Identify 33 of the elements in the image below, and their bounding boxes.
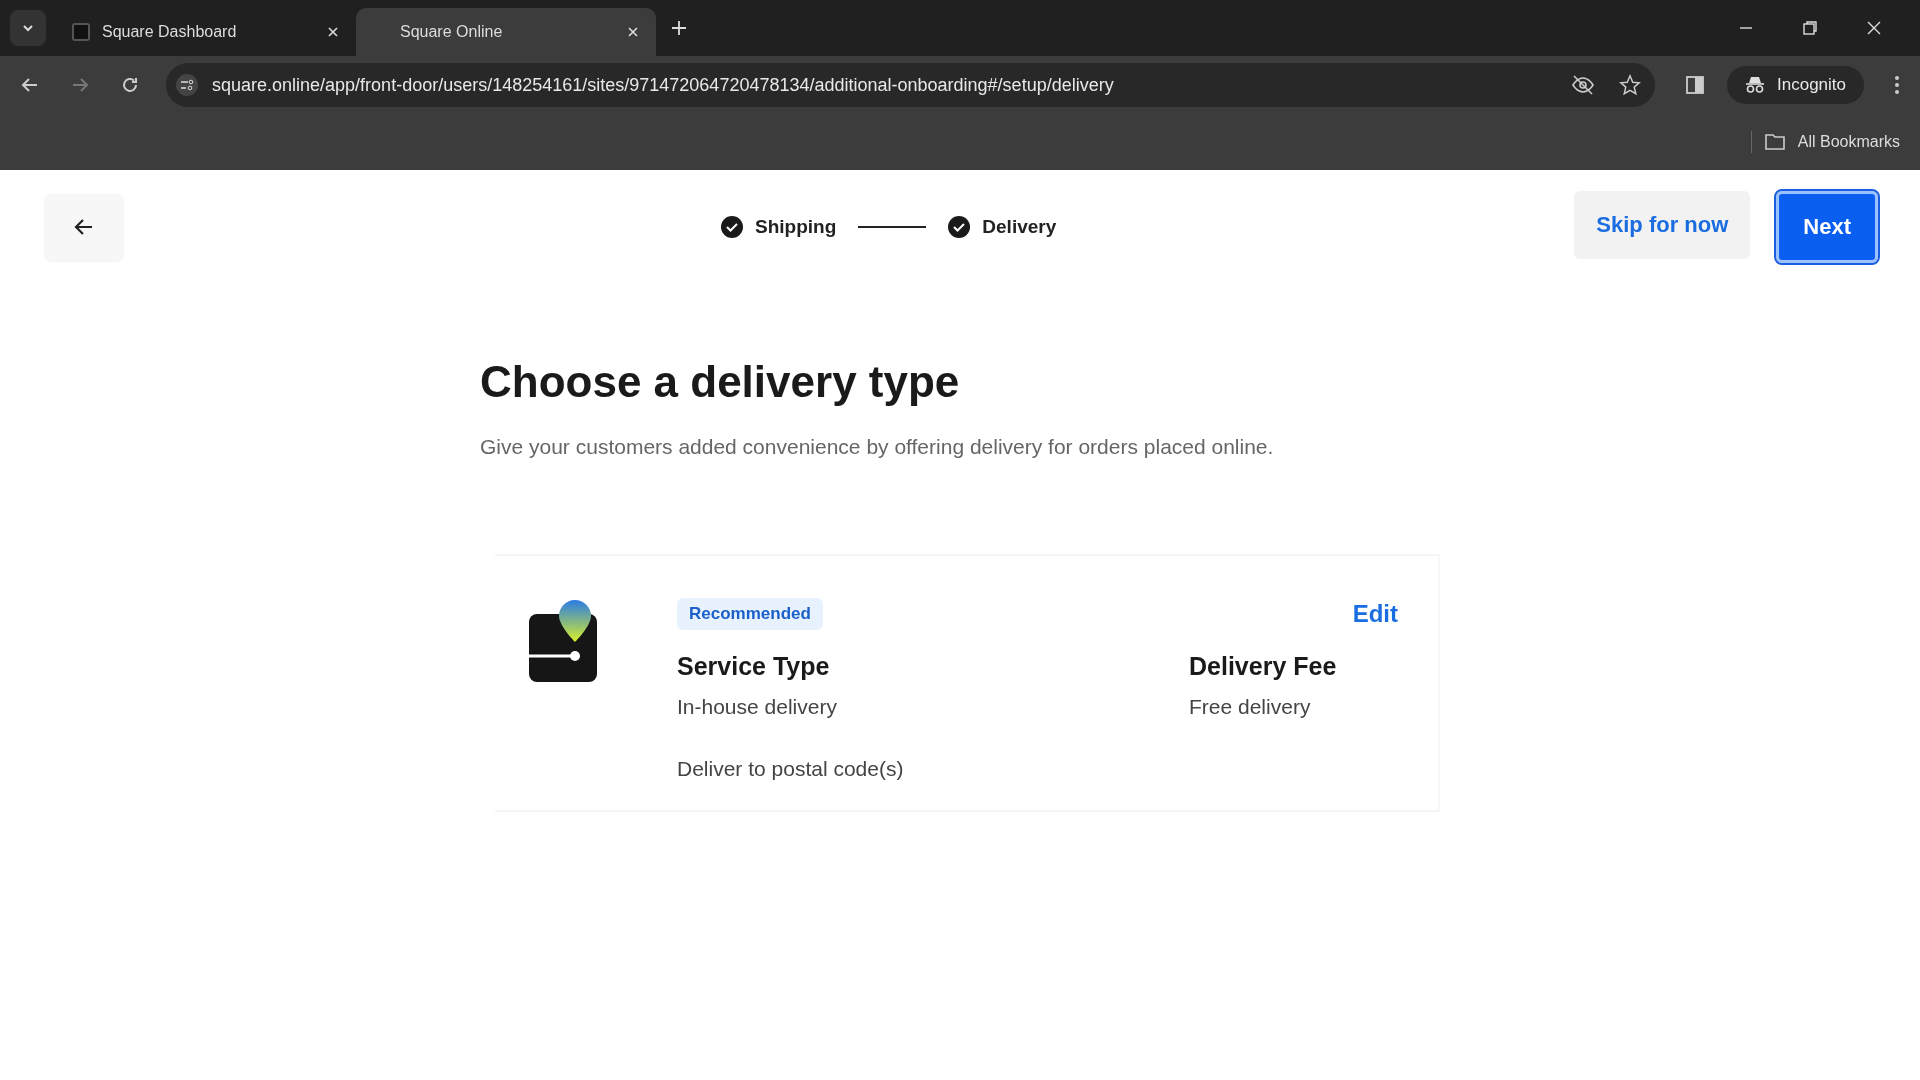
field-value: Free delivery (1189, 695, 1312, 719)
address-bar[interactable]: square.online/app/front-door/users/148254161/sites/971472064720478134/additional-onboarding#/setup/delivery (166, 63, 1655, 107)
incognito-button[interactable]: Incognito (1727, 66, 1864, 104)
recommended-badge: Recommended (677, 598, 823, 630)
browser-tab[interactable]: Square Online (356, 8, 656, 56)
restore-icon[interactable] (1802, 20, 1818, 36)
incognito-icon (1745, 76, 1765, 94)
eye-slash-icon[interactable] (1571, 73, 1595, 97)
page-subtitle: Give your customers added convenience by offering delivery for orders placed online. (480, 435, 1275, 459)
browser-tab[interactable]: Square Dashboard (56, 8, 356, 56)
postal-code-note: Deliver to postal code(s) (677, 757, 905, 781)
field-label: Service Type (677, 652, 831, 681)
more-icon[interactable] (1894, 75, 1900, 95)
skip-button[interactable]: Skip for now (1574, 191, 1751, 259)
folder-icon (1763, 133, 1786, 151)
page-title: Choose a delivery type (480, 357, 961, 407)
square-logo-icon (72, 23, 90, 41)
field-label: Delivery Fee (1189, 652, 1337, 681)
delivery-pin-icon (527, 598, 599, 684)
star-icon[interactable] (1619, 74, 1641, 96)
next-button[interactable]: Next (1776, 191, 1878, 263)
reload-icon[interactable] (120, 75, 140, 95)
field-value: In-house delivery (677, 695, 838, 719)
close-window-icon[interactable] (1866, 20, 1882, 36)
new-tab-icon[interactable] (670, 19, 688, 37)
step-label: Shipping (755, 216, 837, 238)
step-label: Delivery (982, 216, 1057, 238)
site-settings-icon[interactable] (176, 74, 198, 96)
side-panel-icon[interactable] (1685, 75, 1705, 95)
close-icon[interactable] (326, 25, 340, 39)
edit-link[interactable]: Edit (1352, 600, 1398, 628)
all-bookmarks-button[interactable]: All Bookmarks (1763, 133, 1900, 151)
close-icon[interactable] (626, 25, 640, 39)
